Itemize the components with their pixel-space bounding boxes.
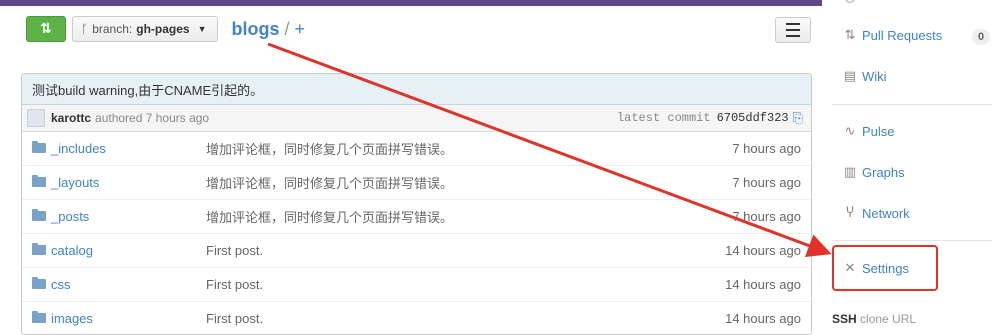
annotation-arrow [267, 42, 832, 257]
arrow-line [267, 42, 832, 257]
